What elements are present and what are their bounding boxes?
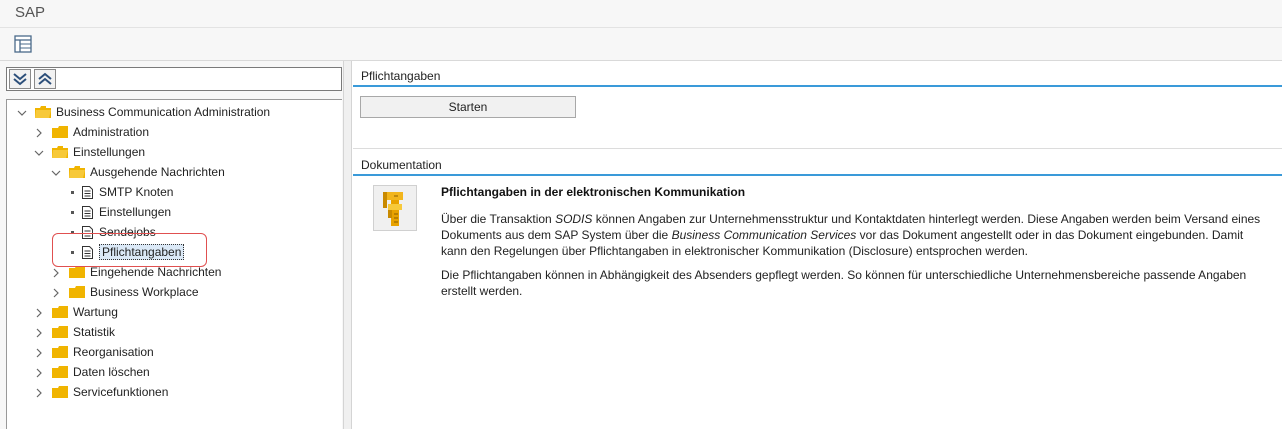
tree-node-einstellungen-sub[interactable]: Einstellungen xyxy=(68,203,171,221)
chevron-right-icon[interactable] xyxy=(34,327,44,338)
chevron-down-icon[interactable] xyxy=(51,167,61,177)
documentation-paragraph-2: Die Pflichtangaben können in Abhängigkei… xyxy=(441,268,1247,298)
tree-label: Business Workplace xyxy=(90,285,199,299)
navigation-tree[interactable]: Business Communication Administration Ad… xyxy=(6,99,342,429)
tree-label: Statistik xyxy=(73,325,116,339)
service-name: Business Communication Services xyxy=(671,228,857,242)
folder-icon xyxy=(52,346,68,358)
tree-label: Servicefunktionen xyxy=(73,385,169,399)
tree-node-smtp[interactable]: SMTP Knoten xyxy=(68,183,173,201)
folder-icon xyxy=(52,306,68,318)
chevron-right-icon[interactable] xyxy=(34,307,44,318)
tree-node-daten-loeschen[interactable]: Daten löschen xyxy=(34,363,150,381)
bullet-icon xyxy=(71,210,74,214)
tree-node-administration[interactable]: Administration xyxy=(34,123,149,141)
tree-label: Wartung xyxy=(73,305,118,319)
tree-node-sendejobs[interactable]: Sendejobs xyxy=(68,223,156,241)
documentation-title: Pflichtangaben in der elektronischen Kom… xyxy=(441,185,746,199)
pane-splitter[interactable] xyxy=(343,61,352,429)
chevron-right-icon[interactable] xyxy=(34,347,44,358)
pflichtangaben-section: Pflichtangaben Starten xyxy=(353,67,1282,149)
folder-icon xyxy=(52,326,68,338)
start-button[interactable]: Starten xyxy=(360,96,576,118)
tree-node-einstellungen[interactable]: Einstellungen xyxy=(34,143,145,161)
documentation-paragraph-1: Über die Transaktion SODIS können Angabe… xyxy=(441,211,1261,259)
tree-toolbar xyxy=(6,67,342,91)
tree-label: Business Communication Administration xyxy=(56,105,271,119)
chevron-down-icon[interactable] xyxy=(17,107,27,117)
open-folder-icon xyxy=(52,146,68,158)
tree-label: Eingehende Nachrichten xyxy=(90,265,222,279)
caliper-icon xyxy=(373,185,417,231)
chevron-right-icon[interactable] xyxy=(34,387,44,398)
tree-node-reorganisation[interactable]: Reorganisation xyxy=(34,343,154,361)
navigation-pane: Business Communication Administration Ad… xyxy=(0,61,343,429)
folder-icon xyxy=(52,366,68,378)
document-icon xyxy=(82,205,93,219)
bullet-icon xyxy=(71,230,74,234)
tree-node-servicefunktionen[interactable]: Servicefunktionen xyxy=(34,383,168,401)
chevron-right-icon[interactable] xyxy=(34,367,44,378)
folder-icon xyxy=(52,386,68,398)
folder-icon xyxy=(69,266,85,278)
content-pane: Pflichtangaben Starten Dokumentation Pfl… xyxy=(353,61,1282,429)
tree-node-ausgehende[interactable]: Ausgehende Nachrichten xyxy=(51,163,225,181)
tree-label: Reorganisation xyxy=(73,345,154,359)
chevron-right-icon[interactable] xyxy=(51,267,61,278)
expand-all-icon[interactable] xyxy=(9,69,31,89)
section-header: Pflichtangaben xyxy=(353,67,1282,87)
tree-label: Sendejobs xyxy=(99,225,156,239)
text-run: Über die Transaktion xyxy=(441,212,556,226)
transaction-name: SODIS xyxy=(555,212,593,226)
open-folder-icon xyxy=(35,106,51,118)
folder-icon xyxy=(69,286,85,298)
folder-icon xyxy=(52,126,68,138)
section-header: Dokumentation xyxy=(353,156,1282,176)
chevron-down-icon[interactable] xyxy=(34,147,44,157)
table-layout-icon[interactable] xyxy=(12,34,34,54)
tree-node-wartung[interactable]: Wartung xyxy=(34,303,118,321)
application-toolbar xyxy=(0,28,1282,61)
tree-label: Ausgehende Nachrichten xyxy=(90,165,225,179)
bullet-icon xyxy=(71,250,74,254)
tree-node-statistik[interactable]: Statistik xyxy=(34,323,115,341)
chevron-right-icon[interactable] xyxy=(51,287,61,298)
collapse-all-icon[interactable] xyxy=(34,69,56,89)
tree-label: Einstellungen xyxy=(73,145,146,159)
document-icon xyxy=(82,185,93,199)
tree-node-workplace[interactable]: Business Workplace xyxy=(51,283,199,301)
tree-label: Administration xyxy=(73,125,150,139)
document-icon xyxy=(82,225,93,239)
tree-label: SMTP Knoten xyxy=(99,185,174,199)
tree-label-selected: Pflichtangaben xyxy=(99,244,185,260)
window-title: SAP xyxy=(15,4,46,21)
open-folder-icon xyxy=(69,166,85,178)
tree-node-root[interactable]: Business Communication Administration xyxy=(17,103,270,121)
tree-node-pflichtangaben[interactable]: Pflichtangaben xyxy=(68,243,185,261)
chevron-right-icon[interactable] xyxy=(34,127,44,138)
tree-label: Daten löschen xyxy=(73,365,150,379)
tree-label: Einstellungen xyxy=(99,205,172,219)
document-icon xyxy=(82,245,93,259)
tree-node-eingehende[interactable]: Eingehende Nachrichten xyxy=(51,263,221,281)
title-bar: SAP xyxy=(0,0,1282,28)
bullet-icon xyxy=(71,190,74,194)
